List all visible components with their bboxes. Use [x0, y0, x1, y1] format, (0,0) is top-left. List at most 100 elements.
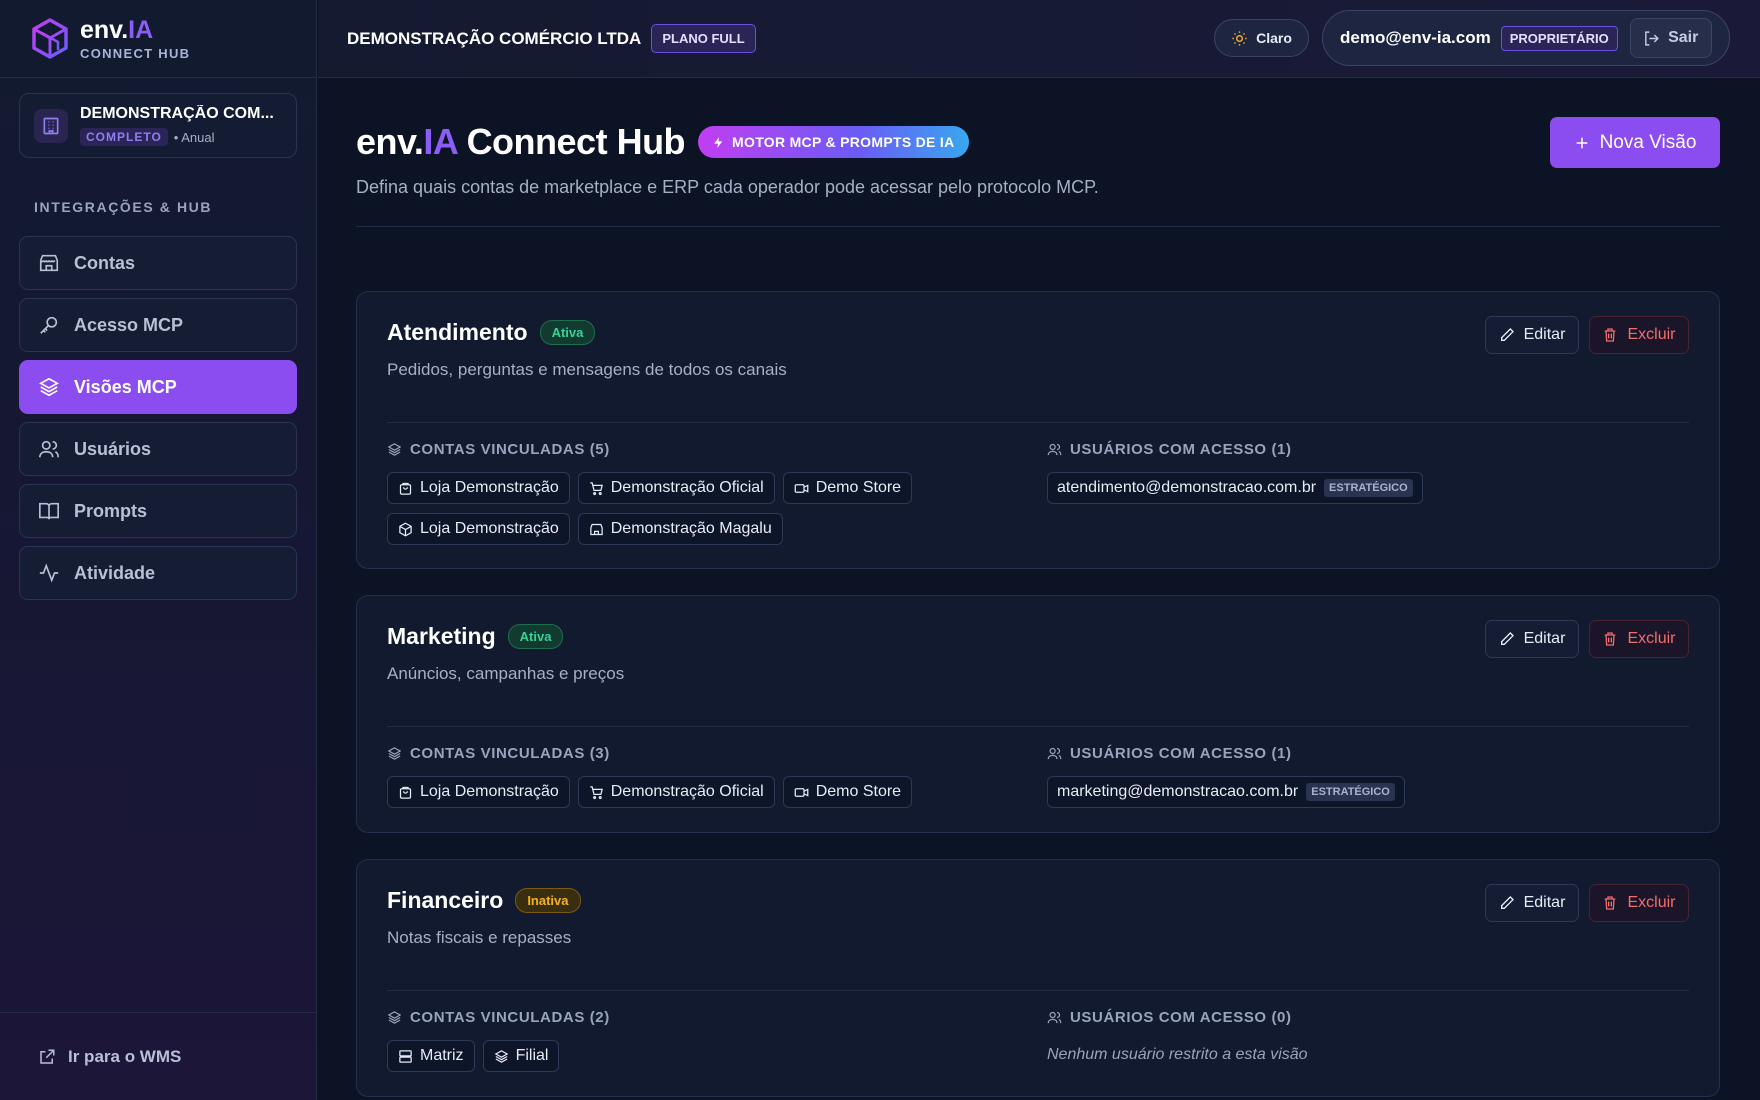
sun-icon	[1231, 30, 1248, 47]
bolt-icon	[712, 136, 725, 149]
user-email: atendimento@demonstracao.com.br	[1057, 479, 1317, 496]
sidebar-item-label: Usuários	[74, 438, 152, 459]
layers-icon	[38, 376, 60, 398]
users-icon	[38, 438, 60, 460]
users-icon	[1047, 746, 1062, 761]
sidebar-item-usuarios[interactable]: Usuários	[19, 422, 297, 476]
building-icon	[34, 108, 68, 143]
main-content: env.IA Connect Hub MOTOR MCP & PROMPTS D…	[318, 79, 1760, 1100]
edit-button[interactable]: Editar	[1485, 620, 1579, 658]
user-email: demo@env-ia.com	[1340, 28, 1491, 47]
user-menu: demo@env-ia.com PROPRIETÁRIO Sair	[1322, 10, 1730, 66]
edit-button[interactable]: Editar	[1485, 884, 1579, 922]
package-icon	[398, 522, 413, 537]
accounts-list: Loja Demonstração Demonstração Oficial D…	[387, 472, 947, 554]
delete-button[interactable]: Excluir	[1589, 884, 1689, 922]
store-icon	[589, 522, 604, 537]
pencil-icon	[1499, 895, 1515, 911]
view-card-financeiro: Financeiro Inativa Notas fiscais e repas…	[356, 859, 1720, 1097]
server-icon	[398, 1049, 413, 1064]
store-icon	[38, 252, 60, 274]
book-icon	[38, 500, 60, 522]
sidebar-item-label: Acesso MCP	[74, 314, 184, 335]
pencil-icon	[1499, 327, 1515, 343]
sidebar-item-label: Atividade	[74, 562, 156, 583]
account-chip: Loja Demonstração	[387, 513, 570, 545]
status-badge: Ativa	[539, 320, 596, 345]
accounts-header: CONTAS VINCULADAS (5)	[387, 441, 610, 458]
wms-link-label: Ir para o WMS	[68, 1046, 182, 1066]
role-badge: PROPRIETÁRIO	[1500, 25, 1618, 51]
account-chip: Matriz	[387, 1040, 475, 1072]
pencil-icon	[1499, 631, 1515, 647]
view-description: Notas fiscais e repasses	[387, 928, 572, 947]
top-bar: DEMONSTRAÇÃO COMÉRCIO LTDA PLANO FULL Cl…	[318, 0, 1760, 78]
access-level-badge: ESTRATÉGICO	[1306, 783, 1395, 801]
activity-icon	[38, 562, 60, 584]
brand-name: env.IA	[80, 15, 154, 44]
theme-toggle-button[interactable]: Claro	[1214, 19, 1309, 57]
wms-link[interactable]: Ir para o WMS	[0, 1012, 317, 1100]
account-chip: Loja Demonstração	[387, 472, 570, 504]
new-view-button[interactable]: Nova Visão	[1550, 117, 1720, 168]
view-card-marketing: Marketing Ativa Anúncios, campanhas e pr…	[356, 595, 1720, 833]
card-divider	[387, 422, 1689, 423]
view-name: Financeiro	[387, 887, 504, 913]
layers-icon	[387, 746, 402, 761]
sidebar-item-label: Contas	[74, 252, 136, 273]
access-level-badge: ESTRATÉGICO	[1324, 479, 1413, 497]
company-switcher[interactable]: DEMONSTRAÇÃO COM... COMPLETO • Anual	[19, 93, 297, 158]
user-chip: atendimento@demonstracao.com.br ESTRATÉG…	[1047, 472, 1423, 504]
feature-badge: MOTOR MCP & PROMPTS DE IA	[698, 126, 969, 158]
users-icon	[1047, 1010, 1062, 1025]
users-header: USUÁRIOS COM ACESSO (1)	[1047, 441, 1292, 458]
sidebar: env.IA CONNECT HUB DEMONSTRAÇÃO COM... C…	[0, 0, 317, 1100]
accounts-list: Matriz Filial	[387, 1040, 947, 1081]
layers-icon	[494, 1049, 509, 1064]
layers-icon	[387, 1010, 402, 1025]
sidebar-item-prompts[interactable]: Prompts	[19, 484, 297, 538]
status-badge: Ativa	[507, 624, 564, 649]
brand-subtitle: CONNECT HUB	[80, 45, 191, 61]
trash-icon	[1602, 895, 1618, 911]
cart-icon	[589, 785, 604, 800]
sidebar-item-contas[interactable]: Contas	[19, 236, 297, 290]
delete-button[interactable]: Excluir	[1589, 620, 1689, 658]
page-description: Defina quais contas de marketplace e ERP…	[356, 177, 1099, 197]
view-name: Atendimento	[387, 319, 528, 345]
view-description: Anúncios, campanhas e preços	[387, 664, 625, 683]
sidebar-item-visoes-mcp[interactable]: Visões MCP	[19, 360, 297, 414]
delete-button[interactable]: Excluir	[1589, 316, 1689, 354]
users-icon	[1047, 442, 1062, 457]
key-icon	[38, 314, 60, 336]
accounts-header: CONTAS VINCULADAS (2)	[387, 1009, 610, 1026]
sidebar-item-atividade[interactable]: Atividade	[19, 546, 297, 600]
shopping-bag-icon	[398, 481, 413, 496]
view-description: Pedidos, perguntas e mensagens de todos …	[387, 360, 787, 379]
sidebar-item-label: Visões MCP	[74, 376, 177, 397]
logout-button[interactable]: Sair	[1629, 18, 1712, 58]
trash-icon	[1602, 631, 1618, 647]
sidebar-item-acesso-mcp[interactable]: Acesso MCP	[19, 298, 297, 352]
account-chip: Filial	[482, 1040, 560, 1072]
account-chip: Demonstração Oficial	[577, 472, 775, 504]
user-email: marketing@demonstracao.com.br	[1057, 783, 1299, 800]
billing-period: • Anual	[173, 129, 215, 145]
trash-icon	[1602, 327, 1618, 343]
plan-badge: PLANO FULL	[651, 24, 756, 53]
account-chip: Loja Demonstração	[387, 776, 570, 808]
company-name: DEMONSTRAÇÃO COM...	[80, 105, 274, 122]
plan-tag: COMPLETO	[80, 128, 168, 146]
edit-button[interactable]: Editar	[1485, 316, 1579, 354]
sidebar-item-label: Prompts	[74, 500, 148, 521]
account-chip: Demonstração Magalu	[577, 513, 783, 545]
users-header: USUÁRIOS COM ACESSO (1)	[1047, 745, 1292, 762]
card-divider	[387, 990, 1689, 991]
sidebar-nav: Contas Acesso MCP Visões MCP Usuários Pr…	[19, 236, 297, 608]
empty-users-message: Nenhum usuário restrito a esta visão	[1047, 1046, 1308, 1063]
layers-icon	[387, 442, 402, 457]
page-title: env.IA Connect Hub MOTOR MCP & PROMPTS D…	[356, 121, 969, 163]
account-chip: Demo Store	[782, 776, 913, 808]
user-chip: marketing@demonstracao.com.br ESTRATÉGIC…	[1047, 776, 1405, 808]
accounts-header: CONTAS VINCULADAS (3)	[387, 745, 610, 762]
